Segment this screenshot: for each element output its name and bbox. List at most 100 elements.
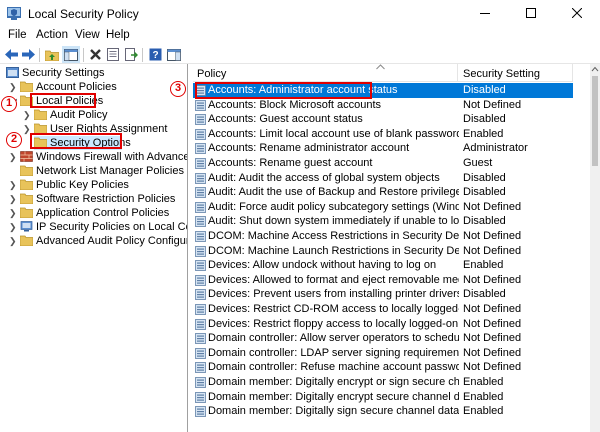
policy-setting-icon [195, 187, 206, 199]
action-pane-icon [167, 48, 181, 61]
list-header: Policy Security Setting [193, 64, 573, 82]
policy-name: DCOM: Machine Launch Restrictions in Sec… [208, 244, 459, 257]
scroll-up-icon[interactable] [591, 66, 599, 72]
folder-icon [20, 193, 33, 204]
policy-name: Domain member: Digitally encrypt or sign… [208, 376, 459, 388]
policy-name: Domain member: Digitally sign secure cha… [208, 405, 459, 418]
help-button[interactable]: ? [146, 46, 164, 63]
table-row[interactable]: Audit: Force audit policy subcategory se… [193, 200, 573, 215]
table-row[interactable]: DCOM: Machine Launch Restrictions in Sec… [193, 244, 573, 259]
expand-chevron-icon[interactable]: ❯ [9, 192, 17, 206]
expand-chevron-icon[interactable]: ❯ [9, 206, 17, 220]
security-setting-value: Disabled [463, 171, 506, 184]
sort-ascending-icon [376, 64, 385, 70]
vertical-scrollbar[interactable] [590, 64, 600, 432]
policy-name: Devices: Allow undock without having to … [208, 259, 437, 272]
expand-chevron-icon[interactable]: ❯ [9, 178, 17, 192]
policy-setting-icon [195, 260, 206, 272]
security-setting-value: Disabled [463, 84, 506, 96]
scrollbar-thumb[interactable] [592, 76, 598, 166]
table-row[interactable]: Domain member: Digitally sign secure cha… [193, 404, 573, 419]
table-row[interactable]: Devices: Allowed to format and eject rem… [193, 273, 573, 288]
table-row[interactable]: Accounts: Limit local account use of bla… [193, 127, 573, 142]
table-row[interactable]: Devices: Prevent users from installing p… [193, 287, 573, 302]
policy-setting-icon [195, 99, 206, 111]
menu-view[interactable]: View [75, 29, 100, 41]
menu-action[interactable]: Action [36, 29, 68, 41]
policy-setting-icon [195, 158, 206, 169]
table-row[interactable]: Audit: Audit the access of global system… [193, 171, 573, 186]
delete-button[interactable] [86, 46, 104, 63]
policy-setting-icon [195, 304, 206, 315]
annotation-number-2: 2 [6, 132, 22, 148]
expand-chevron-icon[interactable]: ❯ [9, 220, 17, 234]
expand-chevron-icon[interactable]: ❯ [23, 108, 31, 122]
policy-name: Domain controller: LDAP server signing r… [208, 346, 459, 359]
table-row[interactable]: Audit: Shut down system immediately if u… [193, 214, 573, 229]
table-row[interactable]: Accounts: Rename guest account Guest [193, 156, 573, 171]
policy-setting-icon [195, 172, 206, 184]
policy-list-pane: Policy Security Setting Accounts: Admini… [193, 64, 600, 432]
table-row[interactable]: Devices: Restrict CD-ROM access to local… [193, 302, 573, 317]
table-row[interactable]: Domain controller: Refuse machine accoun… [193, 360, 573, 375]
tree-label: Advanced Audit Policy Configuration [36, 235, 187, 247]
menu-help[interactable]: Help [106, 29, 130, 41]
table-row[interactable]: Accounts: Guest account status Disabled [193, 112, 573, 127]
tree-label: Public Key Policies [36, 179, 129, 191]
menu-bar: File Action View Help [0, 26, 600, 46]
column-header-security-setting[interactable]: Security Setting [463, 68, 540, 80]
tree-label: Account Policies [36, 81, 117, 93]
close-button[interactable] [554, 0, 600, 26]
minimize-button[interactable] [462, 0, 508, 26]
expand-chevron-icon[interactable]: ❯ [9, 150, 17, 164]
export-list-icon [107, 48, 119, 61]
table-row[interactable]: DCOM: Machine Access Restrictions in Sec… [193, 229, 573, 244]
expand-chevron-icon[interactable]: ❯ [9, 80, 17, 94]
policy-setting-icon [195, 362, 206, 374]
table-row[interactable]: Accounts: Rename administrator account Ad… [193, 141, 573, 156]
maximize-button[interactable] [508, 0, 554, 26]
up-one-level-button[interactable] [43, 46, 61, 63]
table-row[interactable]: Accounts: Block Microsoft accounts Not De… [193, 98, 573, 113]
svg-text:?: ? [152, 50, 158, 61]
table-row[interactable]: Domain controller: LDAP server signing r… [193, 346, 573, 361]
policy-name: Audit: Audit the access of global system… [208, 171, 440, 184]
console-tree-pane: Security Settings ❯ Account Policies ❯ L… [0, 64, 188, 432]
help-book-icon: ? [149, 48, 161, 61]
annotation-box-admin-account-status [195, 82, 372, 99]
annotation-box-security-options [30, 133, 122, 149]
forward-button[interactable] [19, 46, 37, 63]
expand-chevron-icon[interactable]: ❯ [9, 234, 17, 248]
policy-setting-icon [195, 231, 206, 242]
show-action-pane-button[interactable] [165, 46, 183, 63]
security-setting-value: Enabled [463, 405, 504, 418]
policy-name: Devices: Allowed to format and eject rem… [208, 273, 459, 286]
table-row[interactable]: Devices: Restrict floppy access to local… [193, 317, 573, 332]
column-header-policy[interactable]: Policy [197, 68, 226, 80]
back-button[interactable] [2, 46, 20, 63]
show-hide-console-tree-button[interactable] [62, 46, 80, 63]
policy-name: DCOM: Machine Access Restrictions in Sec… [208, 230, 459, 242]
properties-button[interactable] [122, 46, 140, 63]
forward-arrow-icon [21, 49, 35, 60]
policy-setting-icon [195, 201, 206, 213]
ip-security-icon [20, 221, 33, 232]
policy-name: Accounts: Limit local account use of bla… [208, 127, 459, 140]
minimize-icon [480, 13, 490, 14]
security-setting-value: Enabled [463, 390, 504, 403]
close-icon [572, 8, 582, 18]
security-setting-value: Not Defined [463, 317, 522, 330]
security-setting-value: Disabled [463, 186, 506, 199]
security-setting-value: Not Defined [463, 303, 522, 315]
folder-icon [20, 207, 33, 218]
table-row[interactable]: Devices: Allow undock without having to … [193, 258, 573, 273]
table-row[interactable]: Domain controller: Allow server operator… [193, 331, 573, 346]
table-row[interactable]: Domain member: Digitally encrypt secure … [193, 390, 573, 405]
security-setting-value: Not Defined [463, 244, 522, 257]
export-list-button[interactable] [104, 46, 122, 63]
security-setting-value: Not Defined [463, 332, 522, 345]
table-row[interactable]: Domain member: Digitally encrypt or sign… [193, 375, 573, 390]
back-arrow-icon [4, 49, 18, 60]
menu-file[interactable]: File [8, 29, 27, 41]
table-row[interactable]: Audit: Audit the use of Backup and Resto… [193, 185, 573, 200]
